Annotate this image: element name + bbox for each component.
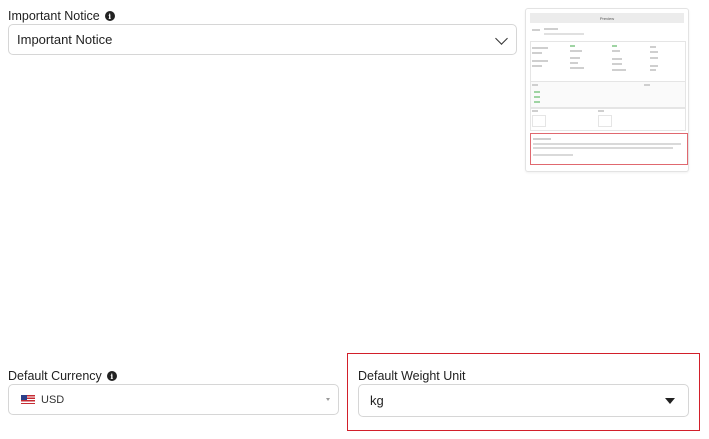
important-notice-value: Important Notice [17, 32, 113, 47]
default-weight-unit-value: kg [370, 393, 384, 408]
important-notice-label-row: Important Notice i [8, 9, 115, 23]
preview-title: Preview [599, 15, 615, 21]
default-currency-label-row: Default Currency i [8, 369, 117, 383]
preview-header: Preview [530, 13, 684, 23]
info-icon[interactable]: i [104, 11, 115, 21]
default-currency-value: USD [41, 393, 65, 406]
default-weight-unit-label: Default Weight Unit [358, 369, 466, 383]
caret-down-icon [665, 398, 675, 404]
us-flag-icon [21, 395, 35, 404]
default-currency-label: Default Currency [8, 369, 102, 383]
notice-preview-thumbnail[interactable]: Preview [525, 8, 689, 172]
default-currency-select[interactable]: USD [8, 384, 339, 415]
default-weight-unit-select[interactable]: kg [358, 384, 689, 417]
settings-page: Important Notice i Important Notice Prev… [0, 0, 709, 439]
important-notice-label: Important Notice [8, 9, 100, 23]
caret-down-icon [326, 398, 330, 401]
chevron-down-icon [495, 32, 508, 45]
default-weight-unit-label-row: Default Weight Unit [358, 369, 465, 383]
info-icon[interactable]: i [106, 371, 117, 381]
important-notice-select[interactable]: Important Notice [8, 24, 517, 55]
